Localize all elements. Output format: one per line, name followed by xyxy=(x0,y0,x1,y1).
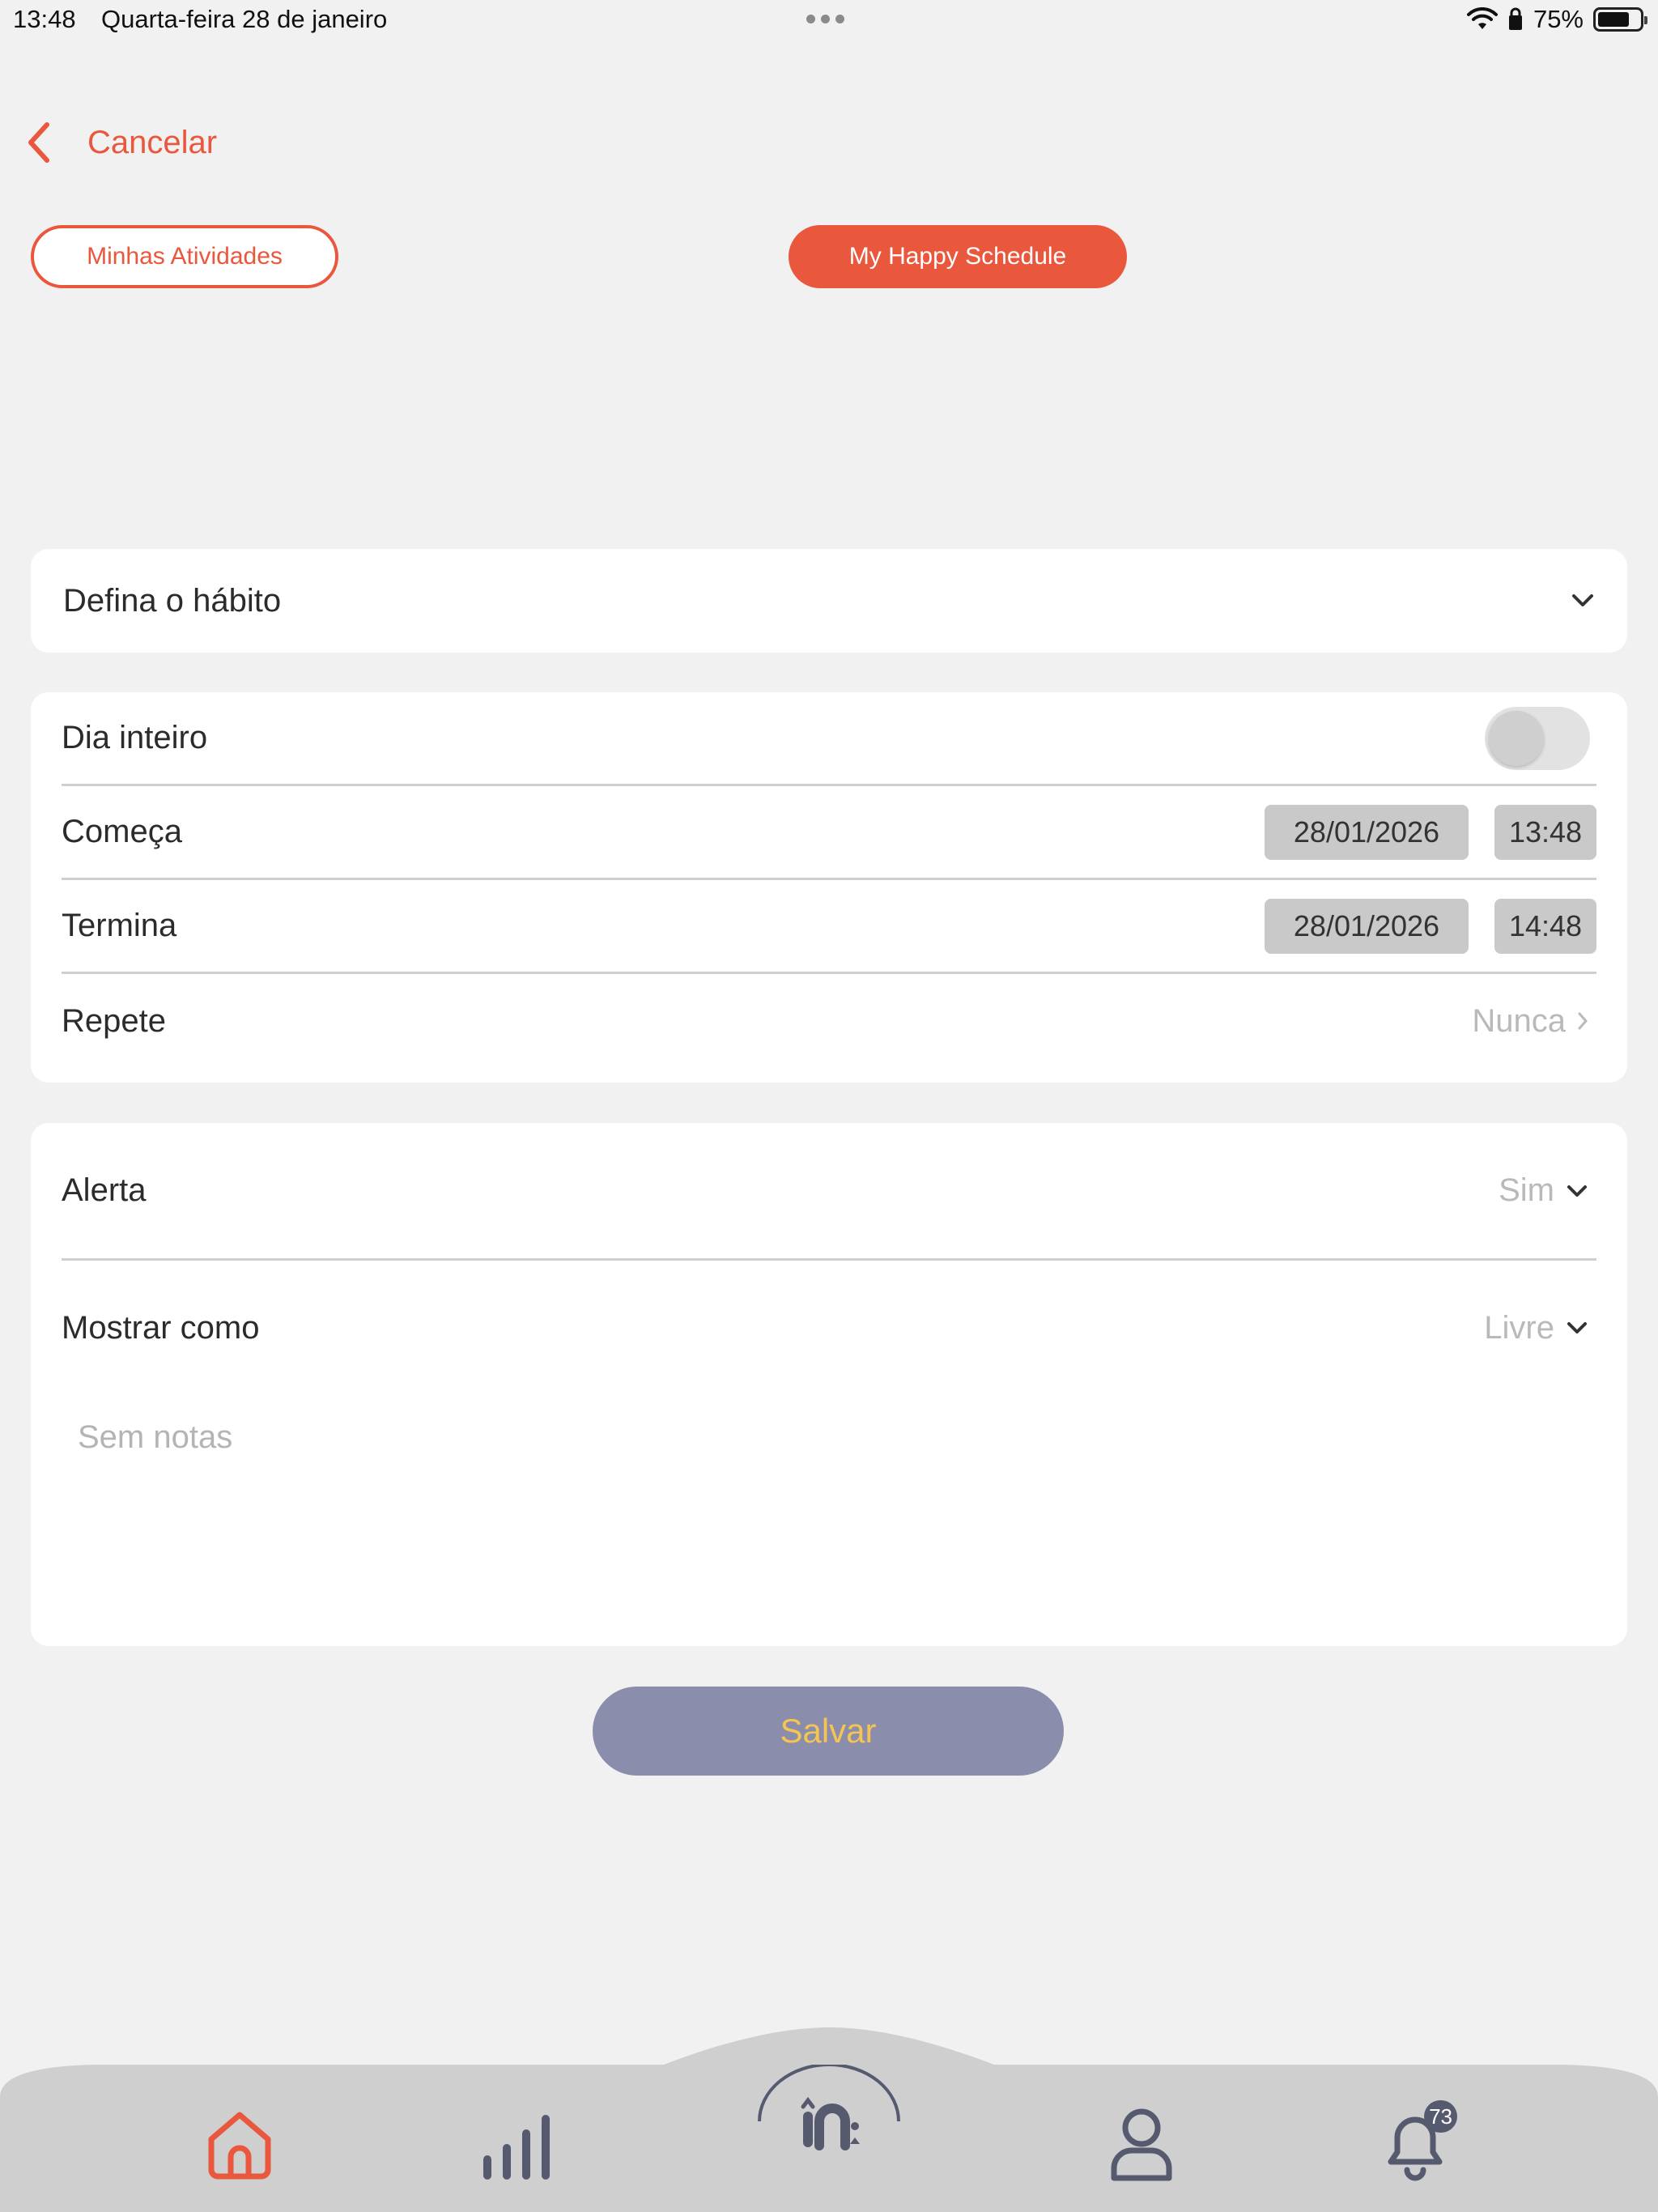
alert-label: Alerta xyxy=(62,1172,147,1208)
alert-value-group: Sim xyxy=(1499,1172,1588,1209)
alert-card: Alerta Sim Mostrar como Livre Sem notas xyxy=(31,1123,1627,1646)
nav-center-app[interactable] xyxy=(755,2065,903,2186)
nav-home[interactable] xyxy=(201,2105,278,2183)
show-as-row[interactable]: Mostrar como Livre xyxy=(62,1261,1596,1395)
save-button[interactable]: Salvar xyxy=(593,1687,1064,1776)
wifi-icon xyxy=(1466,7,1498,29)
notes-input[interactable]: Sem notas xyxy=(62,1395,1596,1480)
tab-my-activities[interactable]: Minhas Atividades xyxy=(31,225,338,288)
habit-label: Defina o hábito xyxy=(63,582,282,619)
ends-time-picker[interactable]: 14:48 xyxy=(1494,898,1596,954)
starts-label: Começa xyxy=(62,814,182,849)
status-time: 13:48 xyxy=(13,5,76,33)
show-as-label: Mostrar como xyxy=(62,1309,260,1346)
battery-icon xyxy=(1593,7,1647,32)
schedule-card: Dia inteiro Começa 28/01/2026 13:48 Term… xyxy=(31,692,1627,1083)
bottom-nav: 73 xyxy=(0,2024,1658,2212)
user-icon xyxy=(1111,2108,1172,2181)
show-as-value: Livre xyxy=(1484,1309,1554,1346)
starts-row: Começa 28/01/2026 13:48 xyxy=(62,786,1596,880)
screen: 13:48 Quarta-feira 28 de janeiro 75% Can… xyxy=(0,0,1658,2212)
status-date: Quarta-feira 28 de janeiro xyxy=(101,5,388,33)
all-day-row: Dia inteiro xyxy=(62,692,1596,786)
nav-stats[interactable] xyxy=(478,2105,555,2183)
repeat-value: Nunca xyxy=(1472,1002,1566,1039)
chevron-left-icon xyxy=(28,122,49,163)
battery-fill xyxy=(1598,12,1629,27)
starts-time-picker[interactable]: 13:48 xyxy=(1494,804,1596,860)
notifications-badge: 73 xyxy=(1424,2100,1457,2133)
nav-profile[interactable] xyxy=(1103,2105,1180,2183)
all-day-label: Dia inteiro xyxy=(62,720,208,755)
ends-date-picker[interactable]: 28/01/2026 xyxy=(1265,898,1469,954)
repeat-value-group: Nunca xyxy=(1472,1003,1588,1040)
home-icon xyxy=(208,2112,271,2180)
show-as-value-group: Livre xyxy=(1484,1310,1588,1346)
cancel-button[interactable]: Cancelar xyxy=(23,120,217,165)
ends-row: Termina 28/01/2026 14:48 xyxy=(62,880,1596,974)
alert-value: Sim xyxy=(1499,1172,1554,1208)
habit-dropdown[interactable]: Defina o hábito xyxy=(31,549,1627,653)
starts-date-picker[interactable]: 28/01/2026 xyxy=(1265,804,1469,860)
battery-percent: 75% xyxy=(1533,5,1584,33)
status-bar: 13:48 Quarta-feira 28 de janeiro 75% xyxy=(0,0,1658,42)
chevron-down-icon xyxy=(1572,594,1593,606)
alert-row[interactable]: Alerta Sim xyxy=(62,1123,1596,1261)
chevron-right-icon xyxy=(1578,1012,1588,1030)
multitasking-dots-icon[interactable] xyxy=(806,15,844,23)
cancel-label: Cancelar xyxy=(87,124,218,160)
repeat-label: Repete xyxy=(62,1002,166,1039)
repeat-row[interactable]: Repete Nunca xyxy=(62,974,1596,1068)
ends-label: Termina xyxy=(62,908,177,943)
lock-rotation-icon xyxy=(1508,7,1522,30)
all-day-toggle[interactable] xyxy=(1485,706,1590,770)
tab-happy-schedule[interactable]: My Happy Schedule xyxy=(789,225,1127,288)
bar-chart-icon xyxy=(483,2115,550,2180)
nav-notifications[interactable]: 73 xyxy=(1376,2100,1457,2183)
status-indicators: 75% xyxy=(1466,5,1647,34)
chevron-down-icon xyxy=(1567,1322,1587,1334)
app-logo-icon xyxy=(758,2065,900,2150)
chevron-down-icon xyxy=(1567,1185,1587,1197)
toggle-knob xyxy=(1489,710,1544,766)
